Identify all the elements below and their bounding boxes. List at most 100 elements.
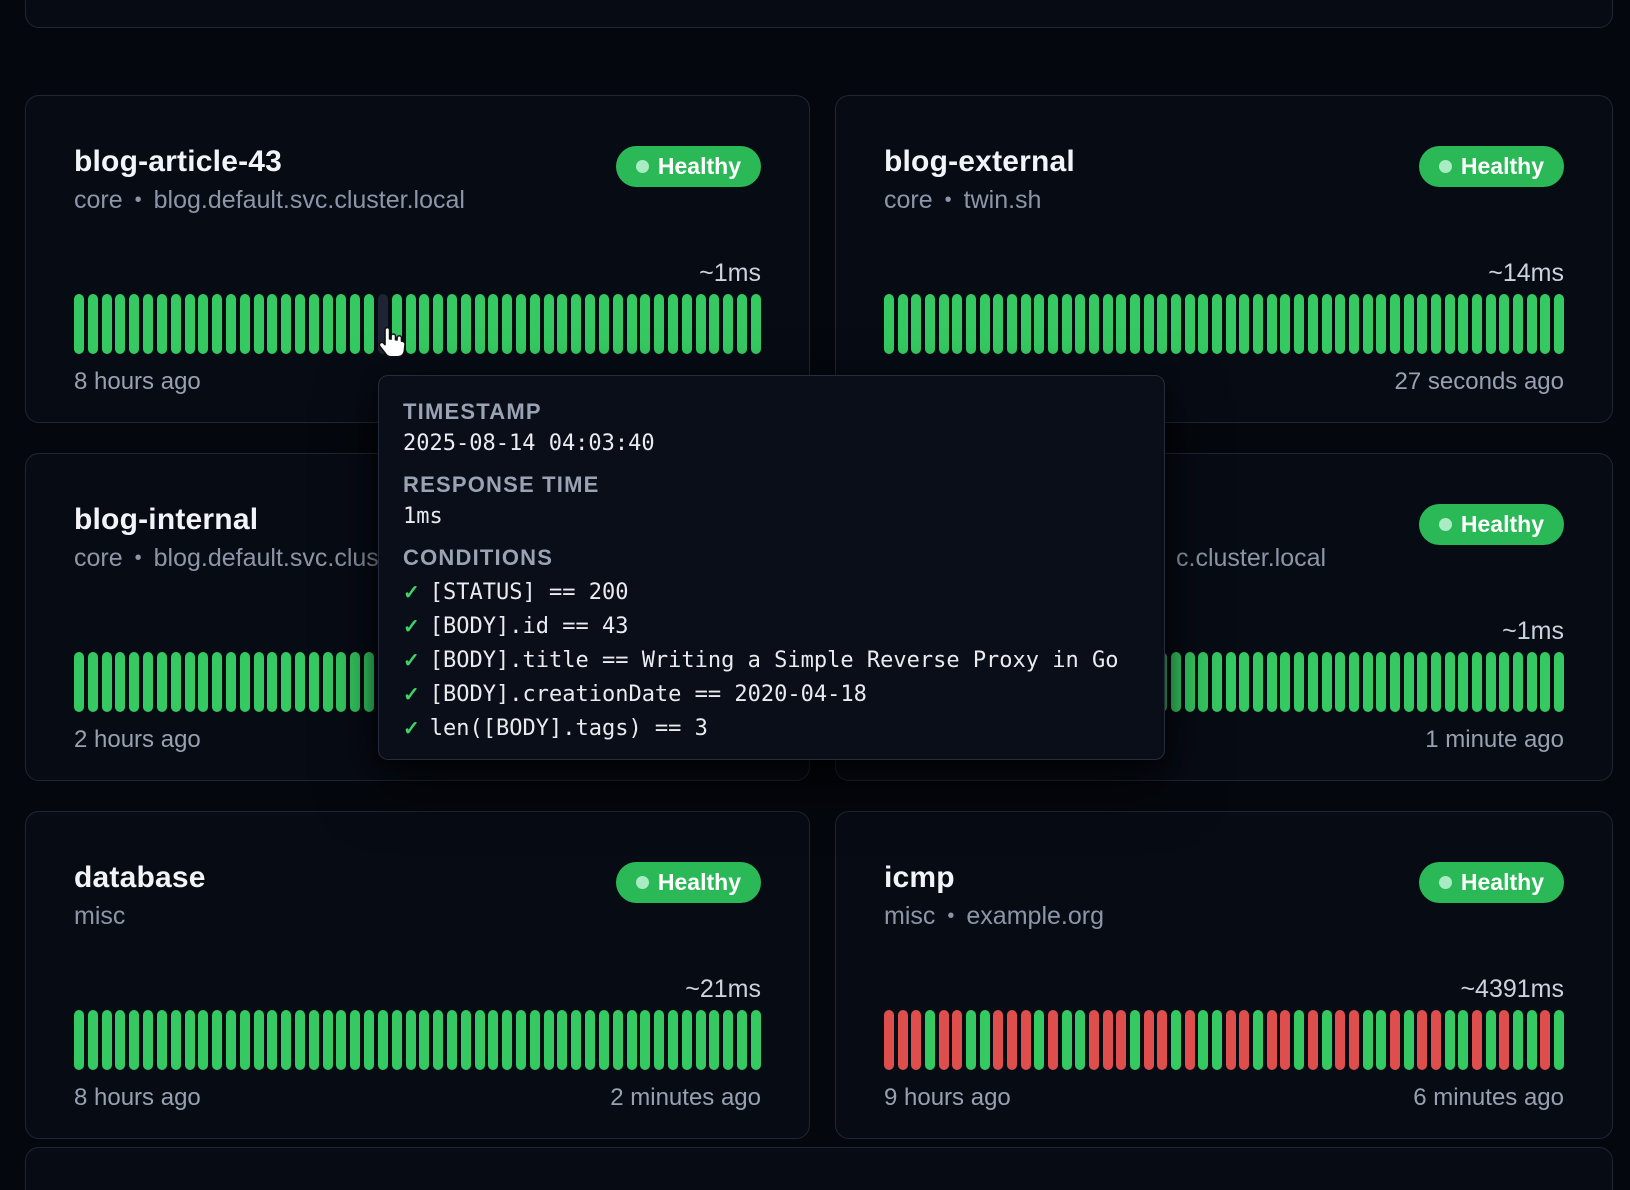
- health-bar[interactable]: [1267, 294, 1277, 354]
- health-bar[interactable]: [1308, 294, 1318, 354]
- health-bar[interactable]: [447, 1010, 457, 1070]
- health-bar[interactable]: [392, 294, 402, 354]
- health-bar[interactable]: [1486, 1010, 1496, 1070]
- health-bar[interactable]: [696, 1010, 706, 1070]
- health-bar[interactable]: [102, 1010, 112, 1070]
- health-bar[interactable]: [1458, 652, 1468, 712]
- health-bar[interactable]: [911, 294, 921, 354]
- health-bar[interactable]: [1335, 294, 1345, 354]
- health-bar[interactable]: [1540, 652, 1550, 712]
- health-bar[interactable]: [1198, 1010, 1208, 1070]
- health-bar[interactable]: [115, 1010, 125, 1070]
- health-bar[interactable]: [419, 1010, 429, 1070]
- health-bar[interactable]: [1007, 1010, 1017, 1070]
- health-bar[interactable]: [1185, 294, 1195, 354]
- health-bar[interactable]: [1212, 652, 1222, 712]
- health-bar[interactable]: [1171, 294, 1181, 354]
- health-bar[interactable]: [212, 652, 222, 712]
- health-bar[interactable]: [378, 294, 388, 354]
- health-bar[interactable]: [1280, 1010, 1290, 1070]
- health-bar[interactable]: [1239, 1010, 1249, 1070]
- health-bar[interactable]: [281, 294, 291, 354]
- health-bar[interactable]: [939, 294, 949, 354]
- health-bar[interactable]: [516, 1010, 526, 1070]
- health-bar[interactable]: [1280, 652, 1290, 712]
- health-bar[interactable]: [1226, 294, 1236, 354]
- health-bar[interactable]: [966, 294, 976, 354]
- health-bar[interactable]: [171, 652, 181, 712]
- health-bar[interactable]: [1116, 294, 1126, 354]
- health-bar[interactable]: [212, 1010, 222, 1070]
- health-bar[interactable]: [336, 652, 346, 712]
- health-bar[interactable]: [74, 294, 84, 354]
- health-bar[interactable]: [1499, 1010, 1509, 1070]
- health-bar[interactable]: [157, 294, 167, 354]
- health-bar[interactable]: [939, 1010, 949, 1070]
- health-bar[interactable]: [1021, 1010, 1031, 1070]
- health-bar[interactable]: [952, 1010, 962, 1070]
- health-bar[interactable]: [226, 294, 236, 354]
- health-bar[interactable]: [433, 294, 443, 354]
- health-bar[interactable]: [1075, 294, 1085, 354]
- health-bar[interactable]: [571, 1010, 581, 1070]
- partial-card-below[interactable]: [25, 1147, 1613, 1190]
- health-bar[interactable]: [1253, 652, 1263, 712]
- health-bar[interactable]: [1404, 294, 1414, 354]
- health-bar[interactable]: [925, 294, 935, 354]
- health-bar[interactable]: [240, 652, 250, 712]
- health-bar[interactable]: [1540, 294, 1550, 354]
- health-bar[interactable]: [406, 1010, 416, 1070]
- health-bar[interactable]: [1349, 1010, 1359, 1070]
- health-bar[interactable]: [336, 1010, 346, 1070]
- health-bar[interactable]: [654, 1010, 664, 1070]
- health-bar[interactable]: [143, 294, 153, 354]
- health-bar[interactable]: [295, 1010, 305, 1070]
- health-bar[interactable]: [544, 1010, 554, 1070]
- endpoint-card[interactable]: blog-external core • twin.sh Healthy ~14…: [835, 95, 1613, 423]
- health-bar[interactable]: [1431, 294, 1441, 354]
- health-bar[interactable]: [1062, 294, 1072, 354]
- health-bar[interactable]: [1144, 294, 1154, 354]
- health-bar[interactable]: [1390, 1010, 1400, 1070]
- health-bar[interactable]: [1376, 294, 1386, 354]
- health-bar[interactable]: [682, 1010, 692, 1070]
- health-bar[interactable]: [488, 1010, 498, 1070]
- health-bar[interactable]: [185, 1010, 195, 1070]
- health-bar[interactable]: [1280, 294, 1290, 354]
- health-bar[interactable]: [1322, 652, 1332, 712]
- endpoint-card[interactable]: icmp misc • example.org Healthy ~4391ms …: [835, 811, 1613, 1139]
- health-bar[interactable]: [102, 652, 112, 712]
- health-bar[interactable]: [433, 1010, 443, 1070]
- health-bar[interactable]: [1267, 652, 1277, 712]
- health-bar[interactable]: [129, 652, 139, 712]
- health-bar[interactable]: [993, 1010, 1003, 1070]
- endpoint-card[interactable]: database misc • Healthy ~21ms 8 hours ag…: [25, 811, 810, 1139]
- health-bar[interactable]: [1363, 652, 1373, 712]
- health-bar[interactable]: [640, 1010, 650, 1070]
- health-bar[interactable]: [1322, 1010, 1332, 1070]
- health-bar[interactable]: [502, 294, 512, 354]
- health-bar[interactable]: [1376, 1010, 1386, 1070]
- health-bar[interactable]: [1335, 652, 1345, 712]
- health-bar[interactable]: [668, 1010, 678, 1070]
- health-bar[interactable]: [1034, 294, 1044, 354]
- health-bar[interactable]: [1239, 652, 1249, 712]
- health-bar[interactable]: [350, 294, 360, 354]
- health-bar[interactable]: [925, 1010, 935, 1070]
- health-bar[interactable]: [1540, 1010, 1550, 1070]
- health-bar[interactable]: [1253, 294, 1263, 354]
- health-bar[interactable]: [1034, 1010, 1044, 1070]
- health-bar[interactable]: [544, 294, 554, 354]
- health-bar[interactable]: [1445, 652, 1455, 712]
- health-bar[interactable]: [898, 294, 908, 354]
- health-bar[interactable]: [364, 294, 374, 354]
- health-bar[interactable]: [392, 1010, 402, 1070]
- health-bar[interactable]: [530, 1010, 540, 1070]
- health-bar[interactable]: [1007, 294, 1017, 354]
- health-bar[interactable]: [1513, 294, 1523, 354]
- health-bar[interactable]: [281, 652, 291, 712]
- health-bar[interactable]: [1253, 1010, 1263, 1070]
- health-bar[interactable]: [364, 1010, 374, 1070]
- health-bar[interactable]: [1390, 652, 1400, 712]
- health-bar[interactable]: [1089, 1010, 1099, 1070]
